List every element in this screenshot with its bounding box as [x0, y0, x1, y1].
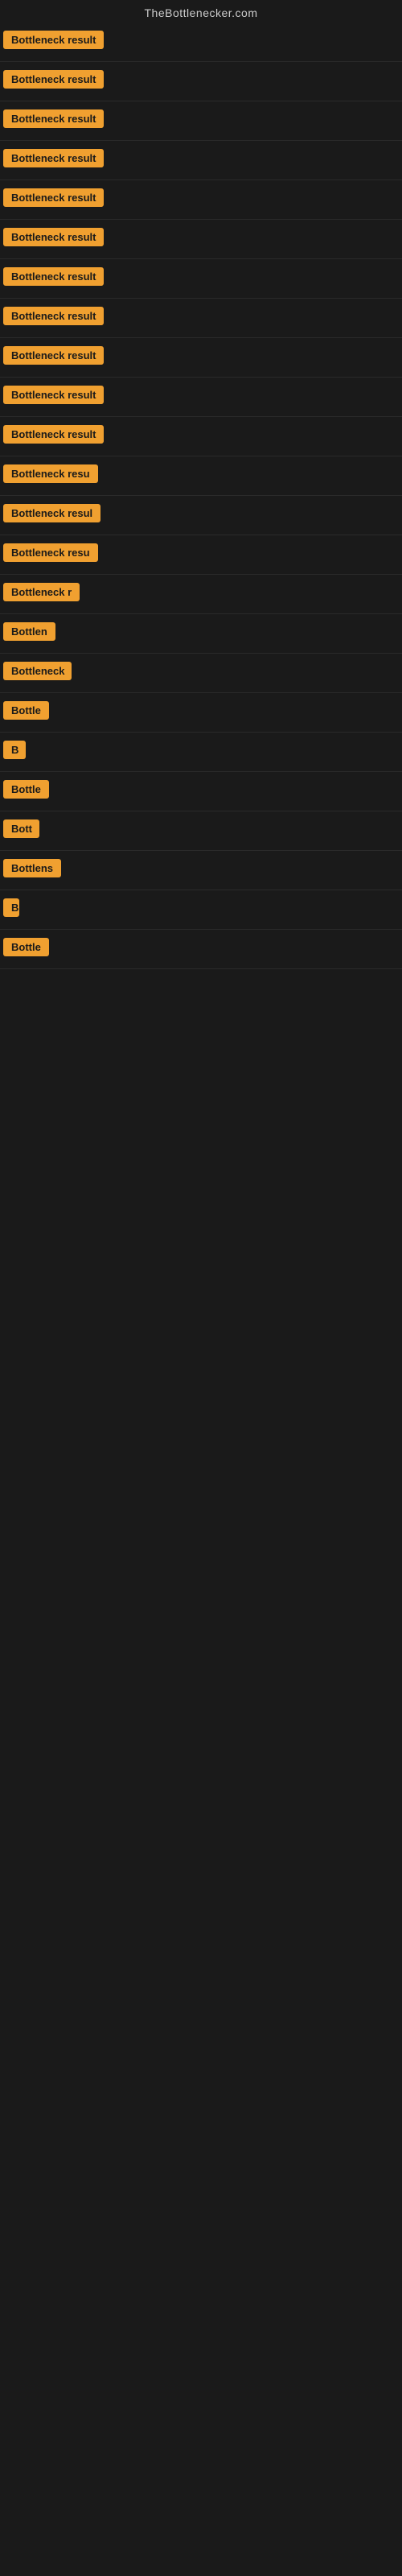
result-row-12: Bottleneck resu	[0, 456, 402, 496]
bottleneck-badge-6[interactable]: Bottleneck result	[3, 228, 104, 246]
bottleneck-badge-15[interactable]: Bottleneck r	[3, 583, 80, 601]
bottleneck-badge-8[interactable]: Bottleneck result	[3, 307, 104, 325]
result-row-6: Bottleneck result	[0, 220, 402, 259]
result-row-2: Bottleneck result	[0, 62, 402, 101]
result-row-5: Bottleneck result	[0, 180, 402, 220]
bottleneck-badge-3[interactable]: Bottleneck result	[3, 109, 104, 128]
result-row-21: Bott	[0, 811, 402, 851]
result-row-23: B	[0, 890, 402, 930]
result-row-19: B	[0, 733, 402, 772]
result-row-14: Bottleneck resu	[0, 535, 402, 575]
result-row-17: Bottleneck	[0, 654, 402, 693]
bottleneck-badge-4[interactable]: Bottleneck result	[3, 149, 104, 167]
result-row-8: Bottleneck result	[0, 299, 402, 338]
bottleneck-badge-20[interactable]: Bottle	[3, 780, 49, 799]
bottleneck-badge-16[interactable]: Bottlen	[3, 622, 55, 641]
result-row-20: Bottle	[0, 772, 402, 811]
bottleneck-badge-22[interactable]: Bottlens	[3, 859, 61, 877]
bottleneck-badge-13[interactable]: Bottleneck resul	[3, 504, 100, 522]
result-row-13: Bottleneck resul	[0, 496, 402, 535]
bottleneck-badge-5[interactable]: Bottleneck result	[3, 188, 104, 207]
bottleneck-badge-11[interactable]: Bottleneck result	[3, 425, 104, 444]
result-row-10: Bottleneck result	[0, 378, 402, 417]
result-row-11: Bottleneck result	[0, 417, 402, 456]
bottleneck-badge-24[interactable]: Bottle	[3, 938, 49, 956]
bottleneck-badge-17[interactable]: Bottleneck	[3, 662, 72, 680]
results-list: Bottleneck result Bottleneck result Bottle…	[0, 23, 402, 969]
bottleneck-badge-1[interactable]: Bottleneck result	[3, 31, 104, 49]
bottleneck-badge-21[interactable]: Bott	[3, 819, 39, 838]
result-row-22: Bottlens	[0, 851, 402, 890]
bottleneck-badge-19[interactable]: B	[3, 741, 26, 759]
result-row-9: Bottleneck result	[0, 338, 402, 378]
site-header: TheBottlenecker.com	[0, 0, 402, 23]
result-row-24: Bottle	[0, 930, 402, 969]
result-row-7: Bottleneck result	[0, 259, 402, 299]
bottleneck-badge-9[interactable]: Bottleneck result	[3, 346, 104, 365]
bottleneck-badge-12[interactable]: Bottleneck resu	[3, 464, 98, 483]
bottleneck-badge-14[interactable]: Bottleneck resu	[3, 543, 98, 562]
bottleneck-badge-23[interactable]: B	[3, 898, 19, 917]
result-row-1: Bottleneck result	[0, 23, 402, 62]
result-row-4: Bottleneck result	[0, 141, 402, 180]
bottleneck-badge-10[interactable]: Bottleneck result	[3, 386, 104, 404]
bottleneck-badge-7[interactable]: Bottleneck result	[3, 267, 104, 286]
result-row-3: Bottleneck result	[0, 101, 402, 141]
result-row-15: Bottleneck r	[0, 575, 402, 614]
result-row-18: Bottle	[0, 693, 402, 733]
bottleneck-badge-18[interactable]: Bottle	[3, 701, 49, 720]
site-title: TheBottlenecker.com	[0, 0, 402, 23]
result-row-16: Bottlen	[0, 614, 402, 654]
bottleneck-badge-2[interactable]: Bottleneck result	[3, 70, 104, 89]
